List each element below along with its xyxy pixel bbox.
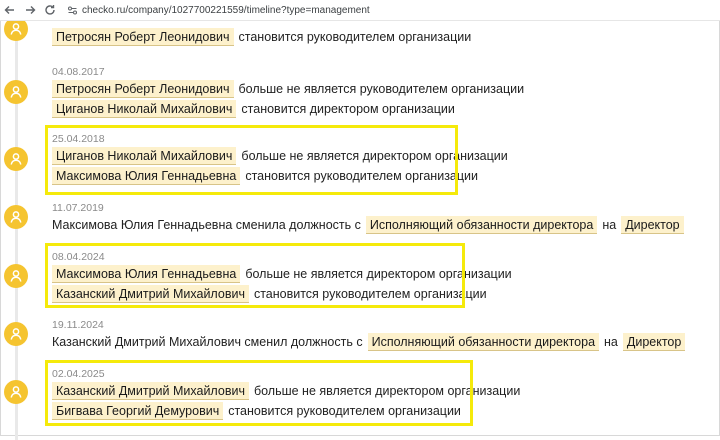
entry-line: Казанский Дмитрий Михайлович становится р…: [52, 284, 517, 304]
arrow-right-icon: [26, 6, 36, 14]
timeline-entry: 25.04.2018 Циганов Николай Михайлович боль…: [52, 132, 513, 186]
timeline-entry: 08.04.2024 Максимова Юлия Геннадьевна боль…: [52, 250, 517, 304]
person-or-role-link[interactable]: Циганов Николай Михайлович: [52, 100, 237, 118]
person-or-role-link[interactable]: Максимова Юлия Геннадьевна: [52, 265, 241, 283]
entry-date: 04.08.2017: [52, 66, 105, 78]
event-text: Казанский Дмитрий Михайлович сменил долж…: [52, 335, 363, 349]
person-or-role-link[interactable]: Петросян Роберт Леонидович: [52, 28, 234, 46]
site-info-icon[interactable]: [66, 4, 78, 16]
person-avatar-icon: [4, 380, 28, 404]
event-text: становится руководителем организации: [253, 287, 487, 301]
timeline-entry: 11.07.2019 Максимова Юлия Геннадьевна сме…: [52, 201, 684, 235]
event-text: больше не является директором организаци…: [241, 149, 508, 163]
event-text: на: [602, 218, 617, 232]
timeline-entry: 19.11.2024 Казанский Дмитрий Михайлович с…: [52, 318, 686, 352]
person-or-role-link[interactable]: Максимова Юлия Геннадьевна: [52, 167, 241, 185]
person-avatar-icon: [4, 322, 28, 346]
person-or-role-link[interactable]: Циганов Николай Михайлович: [52, 147, 237, 165]
entry-date: 25.04.2018: [52, 133, 105, 145]
timeline-entry: Петросян Роберт Леонидович становится рук…: [52, 27, 476, 47]
person-or-role-link[interactable]: Исполняющий обязанности директора: [367, 333, 600, 351]
person-avatar-icon: [4, 147, 28, 171]
url-text: checko.ru/company/1027700221559/timeline…: [82, 4, 370, 16]
arrow-left-icon: [4, 6, 14, 14]
entry-line: Петросян Роберт Леонидович становится рук…: [52, 27, 476, 47]
reload-button[interactable]: [40, 0, 60, 20]
event-text: Максимова Юлия Геннадьевна сменила должн…: [52, 218, 361, 232]
person-or-role-link[interactable]: Бигвава Георгий Демурович: [52, 402, 224, 420]
entry-date: 11.07.2019: [52, 202, 104, 214]
event-text: становится директором организации: [241, 102, 455, 116]
event-text: больше не является директором организаци…: [245, 267, 512, 281]
browser-address-bar: checko.ru/company/1027700221559/timeline…: [0, 0, 720, 21]
person-avatar-icon: [4, 205, 28, 229]
timeline-entry: 02.04.2025 Казанский Дмитрий Михайлович бо…: [52, 367, 525, 421]
event-text: больше не является руководителем организ…: [238, 82, 525, 96]
person-avatar-icon: [4, 80, 28, 104]
person-or-role-link[interactable]: Петросян Роберт Леонидович: [52, 80, 234, 98]
event-text: становится руководителем организации: [228, 404, 461, 418]
forward-button[interactable]: [20, 0, 40, 20]
person-avatar-icon: [4, 264, 28, 288]
person-or-role-link[interactable]: Исполняющий обязанности директора: [365, 216, 598, 234]
person-or-role-link[interactable]: Директор: [622, 333, 686, 351]
person-or-role-link[interactable]: Директор: [621, 216, 684, 234]
entry-date: 02.04.2025: [52, 368, 105, 380]
event-text: на: [604, 335, 618, 349]
url-field[interactable]: checko.ru/company/1027700221559/timeline…: [66, 2, 370, 18]
entry-line: Максимова Юлия Геннадьевна становится рук…: [52, 166, 513, 186]
entry-line: Максимова Юлия Геннадьевна сменила должн…: [52, 215, 684, 235]
timeline-entry: 04.08.2017 Петросян Роберт Леонидович боль…: [52, 65, 529, 119]
entry-line: Бигвава Георгий Демурович становится руко…: [52, 401, 525, 421]
event-text: становится руководителем организации: [238, 30, 472, 44]
person-or-role-link[interactable]: Казанский Дмитрий Михайлович: [52, 382, 249, 400]
reload-icon: [45, 5, 55, 15]
entry-line: Циганов Николай Михайлович больше не явля…: [52, 146, 513, 166]
entry-line: Максимова Юлия Геннадьевна больше не явля…: [52, 264, 517, 284]
person-or-role-link[interactable]: Казанский Дмитрий Михайлович: [52, 285, 249, 303]
entry-date: 08.04.2024: [52, 251, 105, 263]
event-text: становится руководителем организации: [245, 169, 478, 183]
entry-line: Казанский Дмитрий Михайлович сменил долж…: [52, 332, 686, 352]
back-button[interactable]: [0, 0, 20, 20]
entry-line: Циганов Николай Михайлович становится дир…: [52, 99, 529, 119]
entry-line: Казанский Дмитрий Михайлович больше не яв…: [52, 381, 525, 401]
entry-date: 19.11.2024: [52, 319, 104, 331]
event-text: больше не является директором организаци…: [253, 384, 521, 398]
entry-line: Петросян Роберт Леонидович больше не явля…: [52, 79, 529, 99]
